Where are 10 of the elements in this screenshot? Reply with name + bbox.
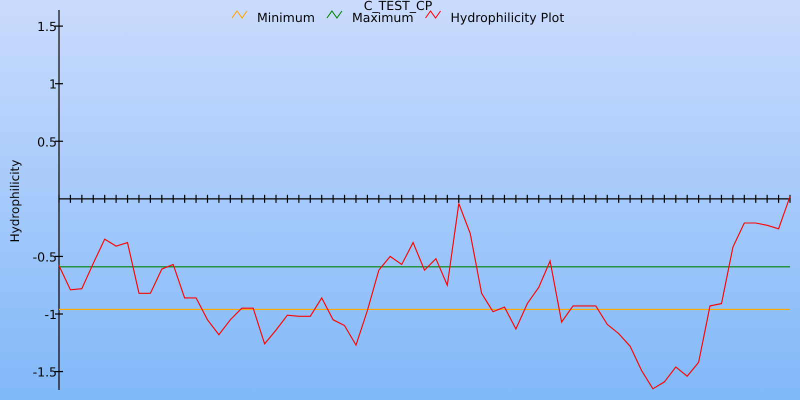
legend-label: Minimum: [257, 10, 315, 25]
y-tick-label: -1.5: [32, 364, 57, 380]
y-axis-label: Hydrophilicity: [8, 160, 22, 242]
y-tick-label: -0.5: [32, 249, 57, 264]
y-tick-label: 0.5: [37, 134, 57, 150]
legend-label: Hydrophilicity Plot: [450, 10, 564, 25]
y-tick-label: 1.5: [37, 19, 57, 34]
y-tick-label: -1: [44, 307, 57, 322]
y-tick-label: 1: [49, 76, 57, 92]
chart-title: C_TEST_CP: [364, 0, 432, 13]
